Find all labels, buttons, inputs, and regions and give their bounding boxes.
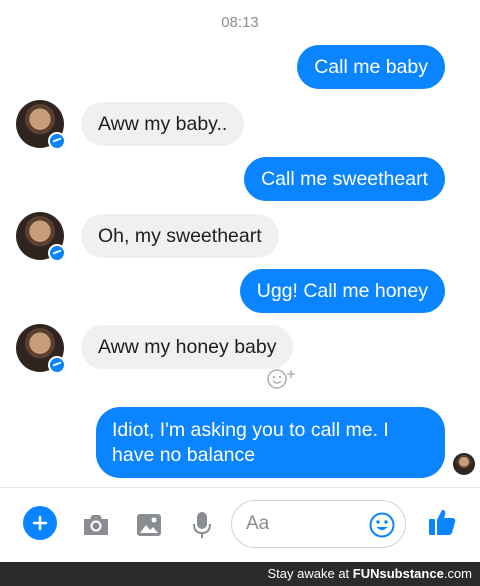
contact-avatar[interactable]: [16, 100, 66, 150]
incoming-message[interactable]: Aww my baby..: [81, 102, 245, 146]
seen-receipt-avatar: [453, 453, 475, 475]
watermark-brand: FUNsubstance: [352, 566, 444, 581]
camera-icon[interactable]: [78, 507, 114, 543]
message-input-container[interactable]: [231, 500, 406, 548]
messenger-badge-icon: [48, 132, 66, 150]
thumbs-up-icon[interactable]: [424, 504, 460, 540]
outgoing-message[interactable]: Idiot, I'm asking you to call me. I have…: [96, 407, 445, 478]
message-input[interactable]: [246, 511, 356, 537]
messenger-badge-icon: [48, 244, 66, 262]
outgoing-message[interactable]: Ugg! Call me honey: [239, 269, 445, 313]
incoming-message[interactable]: Oh, my sweetheart: [81, 214, 279, 258]
outgoing-message[interactable]: Call me sweetheart: [244, 157, 445, 201]
watermark-prefix: Stay awake at: [267, 566, 350, 581]
emoji-icon[interactable]: [369, 512, 395, 538]
message-timestamp: 08:13: [221, 14, 259, 31]
watermark-suffix: .com: [443, 566, 472, 581]
add-reaction-icon[interactable]: [264, 366, 298, 392]
contact-avatar[interactable]: [16, 324, 66, 374]
message-composer: [0, 487, 480, 562]
plus-icon[interactable]: [23, 506, 57, 540]
outgoing-message[interactable]: Call me baby: [297, 45, 445, 89]
messenger-badge-icon: [48, 356, 66, 374]
microphone-icon[interactable]: [184, 507, 220, 543]
incoming-message[interactable]: Aww my honey baby: [81, 325, 294, 369]
conversation-area: 08:13 Call me baby Aww my baby.. Call me…: [0, 0, 480, 487]
image-icon[interactable]: [131, 507, 167, 543]
watermark-footer: Stay awake at FUNsubstance.com: [0, 562, 480, 586]
contact-avatar[interactable]: [16, 212, 66, 262]
